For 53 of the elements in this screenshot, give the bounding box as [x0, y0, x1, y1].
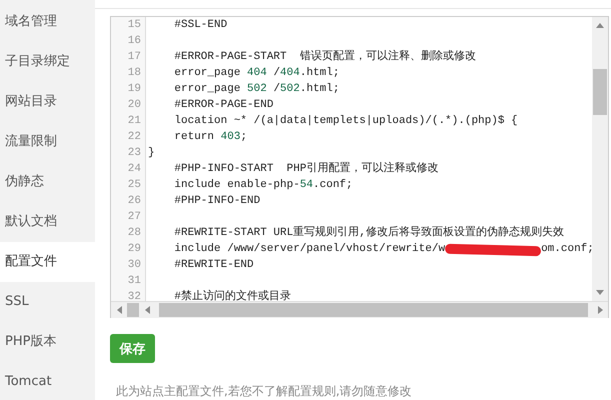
scrollbar-thumb[interactable] [127, 303, 139, 317]
code-line: return 403; [173, 130, 248, 145]
config-note: 此为站点主配置文件,若您不了解配置规则,请勿随意修改 [115, 383, 413, 400]
line-number: 19 [126, 82, 142, 97]
code-line: #REWRITE-END [173, 258, 254, 273]
sidebar-item[interactable]: 流量限制 [0, 122, 95, 162]
scroll-left-icon[interactable] [116, 306, 122, 314]
line-number: 29 [126, 242, 142, 257]
line-number: 15 [126, 18, 142, 33]
line-number: 16 [126, 34, 142, 49]
code-line: #REWRITE-START URL重写规则引用,修改后将导致面板设置的伪静态规则失效 [173, 225, 564, 241]
sidebar-item[interactable]: 伪静态 [0, 162, 95, 202]
line-number: 21 [126, 114, 142, 129]
line-number: 32 [126, 290, 142, 301]
line-number: 27 [126, 210, 142, 225]
code-line: error_page 404 /404.html; [173, 66, 340, 81]
scrollbar-thumb[interactable] [159, 303, 588, 317]
sidebar-item[interactable]: 子目录绑定 [0, 42, 95, 82]
code-line: #ERROR-PAGE-END [173, 98, 274, 113]
code-line: #PHP-INFO-END [173, 194, 260, 209]
code-line: #ERROR-PAGE-START 错误页配置，可以注释、删除或修改 [173, 49, 476, 65]
sidebar-item[interactable]: 默认文档 [0, 202, 95, 242]
scroll-down-icon[interactable] [596, 290, 604, 295]
code-line: location ~* /(a|data|templets|uploads)/(.*).(php)$ { [173, 114, 518, 129]
line-number: 25 [126, 178, 142, 193]
code-line: include enable-php-54.conf; [173, 178, 353, 193]
sidebar-item[interactable]: Tomcat [0, 362, 95, 400]
sidebar-item[interactable]: PHP版本 [0, 322, 95, 362]
line-number: 17 [126, 50, 142, 65]
code-line: #SSL-END [173, 18, 228, 33]
code-line: om.conf; [541, 242, 594, 257]
scroll-right-icon[interactable] [598, 306, 602, 314]
sidebar-item[interactable]: 网站目录 [0, 82, 95, 122]
line-number: 28 [126, 226, 142, 241]
scroll-left-icon[interactable] [144, 306, 150, 314]
code-line: error_page 502 /502.html; [173, 82, 340, 97]
line-number: 24 [126, 162, 142, 177]
scroll-up-icon[interactable] [596, 23, 604, 28]
line-number: 26 [126, 194, 142, 209]
sidebar-item[interactable]: 域名管理 [0, 2, 95, 42]
sidebar-item[interactable]: 配置文件 [0, 242, 95, 282]
scrollbar-thumb[interactable] [593, 69, 607, 115]
line-number: 22 [126, 130, 142, 145]
line-number: 18 [126, 66, 142, 81]
code-line: #PHP-INFO-START PHP引用配置，可以注释或修改 [173, 161, 438, 177]
code-line: include /www/server/panel/vhost/rewrite/w [173, 242, 446, 257]
line-number: 30 [126, 258, 142, 273]
code-line: #禁止访问的文件或目录 [173, 289, 292, 301]
code-line: } [148, 146, 155, 161]
line-number: 31 [126, 274, 142, 289]
line-number: 23 [126, 146, 142, 161]
sidebar-item[interactable]: SSL [0, 282, 95, 322]
line-number: 20 [126, 98, 142, 113]
